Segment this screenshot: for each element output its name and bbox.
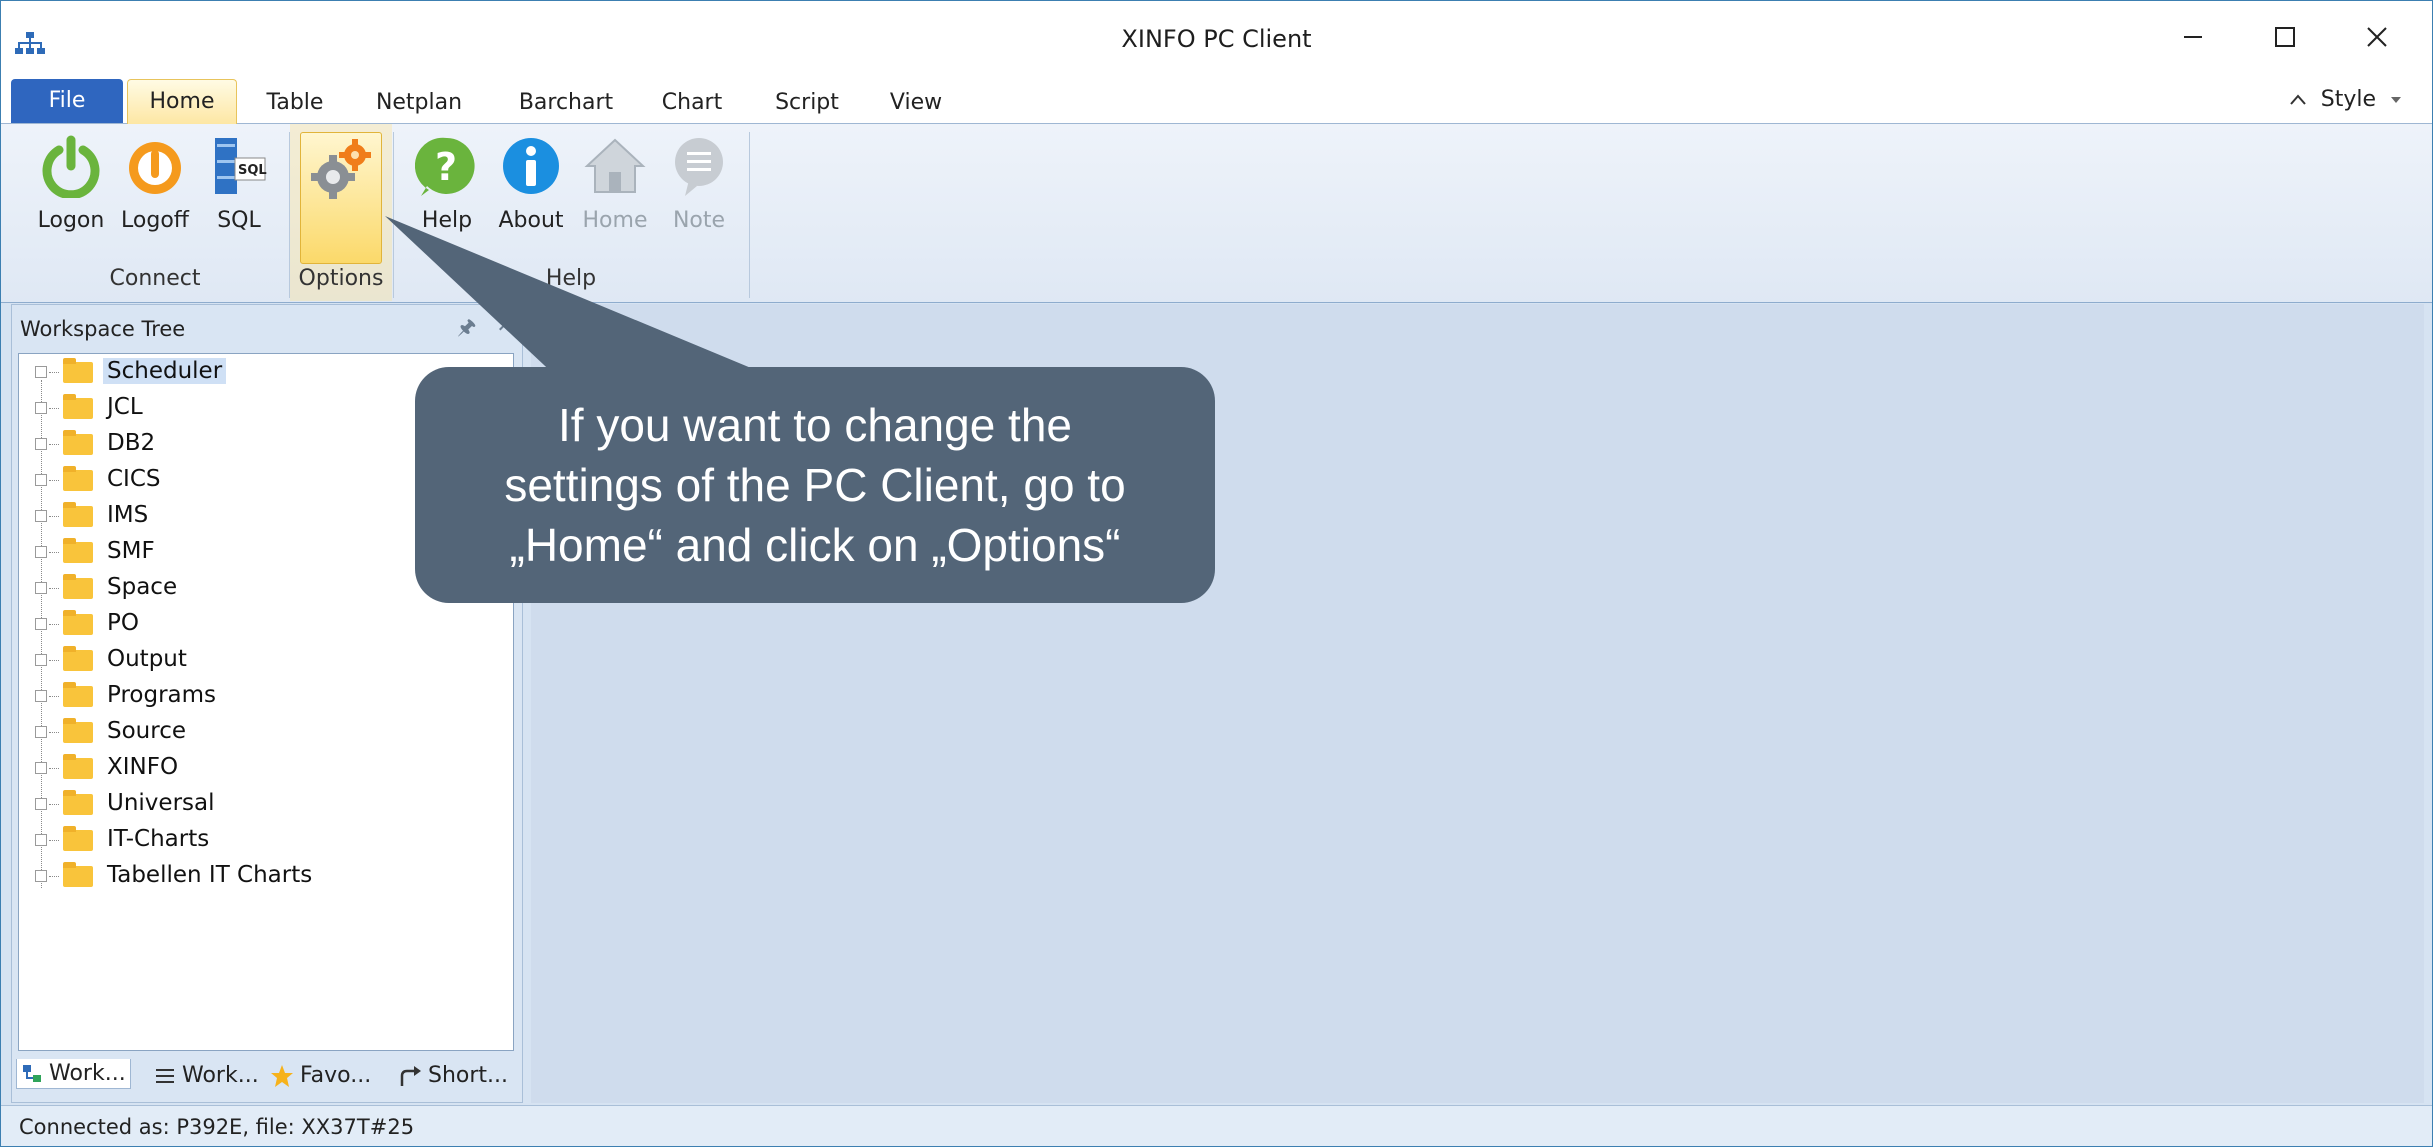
expand-icon[interactable] bbox=[35, 834, 47, 846]
style-menu[interactable]: Style bbox=[2289, 87, 2402, 112]
expand-icon[interactable] bbox=[35, 654, 47, 666]
callout-line-2: settings of the PC Client, go to bbox=[504, 459, 1126, 511]
status-bar: Connected as: P392E, file: XX37T#25 bbox=[1, 1105, 2432, 1146]
folder-icon bbox=[63, 430, 93, 455]
tree-node-label: Output bbox=[107, 646, 187, 672]
tree-node-label: IT-Charts bbox=[107, 826, 210, 852]
expand-icon[interactable] bbox=[35, 474, 47, 486]
maximize-icon bbox=[2275, 27, 2295, 47]
folder-icon bbox=[63, 718, 93, 743]
callout-pointer bbox=[385, 216, 780, 380]
folder-icon bbox=[63, 790, 93, 815]
status-text: Connected as: P392E, file: XX37T#25 bbox=[19, 1115, 415, 1139]
tab-label: Work... bbox=[182, 1063, 259, 1088]
expand-icon[interactable] bbox=[35, 870, 47, 882]
tab-favorites[interactable]: Favo... bbox=[270, 1063, 371, 1088]
tree-connector bbox=[41, 380, 42, 888]
folder-icon bbox=[63, 502, 93, 527]
panel-bottom-tabs: Work... Work... Favo... Short... bbox=[12, 1057, 522, 1101]
tree-node-label: Universal bbox=[107, 790, 215, 816]
list-icon bbox=[156, 1068, 174, 1083]
close-button[interactable] bbox=[2347, 15, 2407, 59]
tree-icon bbox=[23, 1064, 41, 1082]
tree-node-label: DB2 bbox=[107, 430, 156, 456]
tab-shortcuts[interactable]: Short... bbox=[398, 1063, 508, 1088]
shortcut-arrow-icon bbox=[400, 1065, 421, 1086]
folder-icon bbox=[63, 826, 93, 851]
callout-line-1: If you want to change the bbox=[557, 399, 1073, 451]
minimize-icon bbox=[2184, 36, 2202, 38]
expand-icon[interactable] bbox=[35, 618, 47, 630]
tab-workspace-tree[interactable]: Work... bbox=[16, 1059, 131, 1089]
expand-icon[interactable] bbox=[35, 510, 47, 522]
expand-icon[interactable] bbox=[35, 726, 47, 738]
expand-icon[interactable] bbox=[35, 798, 47, 810]
tab-view[interactable]: View bbox=[881, 83, 951, 123]
tab-label: Short... bbox=[428, 1063, 509, 1088]
folder-icon bbox=[63, 574, 93, 599]
tab-label: Favo... bbox=[300, 1063, 372, 1088]
tree-node-label: PO bbox=[107, 610, 139, 636]
tree-node-label: CICS bbox=[107, 466, 161, 492]
dropdown-arrow-icon bbox=[2391, 96, 2401, 103]
minimize-button[interactable] bbox=[2163, 15, 2223, 59]
expand-icon[interactable] bbox=[35, 582, 47, 594]
folder-icon bbox=[63, 682, 93, 707]
expand-icon[interactable] bbox=[35, 438, 47, 450]
expand-icon[interactable] bbox=[35, 690, 47, 702]
tree-node-label: Tabellen IT Charts bbox=[107, 862, 313, 888]
tree-node-label: XINFO bbox=[107, 754, 179, 780]
folder-icon bbox=[63, 646, 93, 671]
folder-icon bbox=[63, 610, 93, 635]
tab-label: Work... bbox=[49, 1061, 126, 1086]
star-icon bbox=[271, 1064, 293, 1087]
tree-node-label: Source bbox=[107, 718, 186, 744]
style-label: Style bbox=[2320, 87, 2376, 112]
chevron-up-icon bbox=[2289, 93, 2306, 105]
folder-icon bbox=[63, 754, 93, 779]
tree-node-label: IMS bbox=[107, 502, 149, 528]
tree-node-label: Programs bbox=[107, 682, 217, 708]
close-icon bbox=[2367, 27, 2387, 47]
folder-icon bbox=[63, 466, 93, 491]
tab-workspace-list[interactable]: Work... bbox=[154, 1063, 259, 1088]
folder-icon bbox=[63, 862, 93, 887]
maximize-button[interactable] bbox=[2255, 15, 2315, 59]
folder-icon bbox=[63, 538, 93, 563]
callout-line-3: „Home“ and click on „Options“ bbox=[509, 519, 1121, 571]
expand-icon[interactable] bbox=[35, 546, 47, 558]
instruction-callout: If you want to change the settings of th… bbox=[415, 367, 1215, 603]
tree-node-label: Space bbox=[107, 574, 178, 600]
expand-icon[interactable] bbox=[35, 762, 47, 774]
tree-node-label: SMF bbox=[107, 538, 155, 564]
